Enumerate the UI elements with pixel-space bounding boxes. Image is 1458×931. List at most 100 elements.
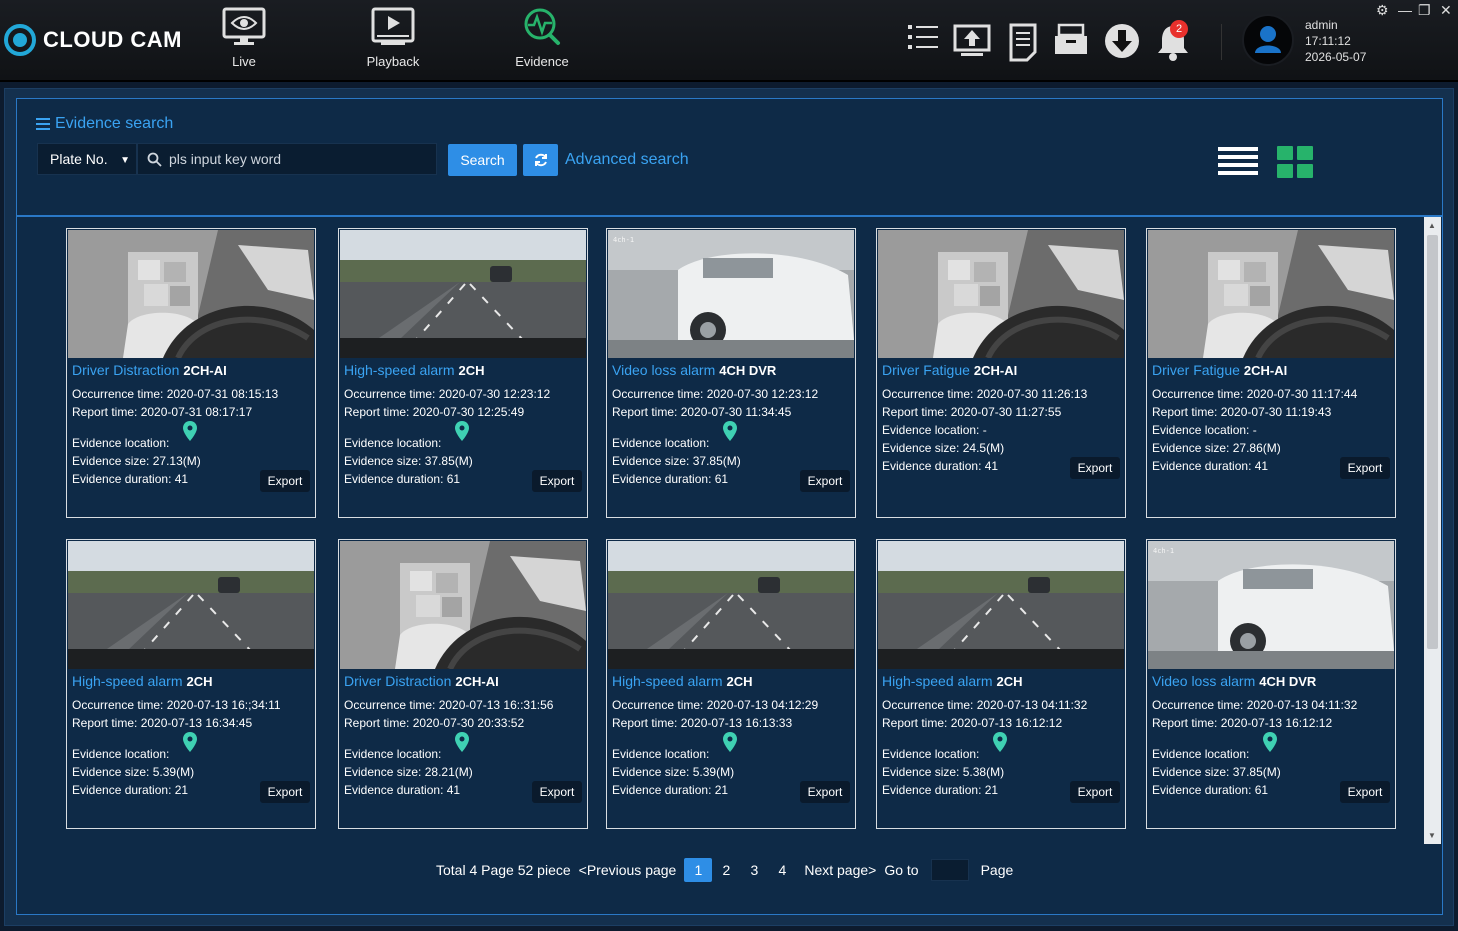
evidence-card[interactable]: Driver Distraction 2CH-AI Occurrence time:… [66, 228, 316, 518]
location-pin-icon[interactable] [993, 732, 1007, 757]
goto-page-input[interactable] [930, 859, 969, 881]
next-page-link[interactable]: Next page> [804, 862, 876, 878]
advanced-search-link[interactable]: Advanced search [565, 151, 689, 169]
avatar[interactable] [1242, 14, 1294, 66]
search-field-value: Plate No. [50, 151, 108, 167]
page-2[interactable]: 2 [712, 862, 740, 878]
occurrence-time: Occurrence time: 2020-07-31 08:15:13 [72, 387, 278, 401]
export-button[interactable]: Export [800, 470, 850, 492]
export-button[interactable]: Export [1070, 781, 1120, 803]
top-bar: CLOUD CAM Live Playback Evidence 2 admin… [0, 0, 1458, 82]
duration-value: 41 [446, 783, 461, 797]
location-label: Evidence location: [72, 747, 170, 761]
export-button[interactable]: Export [532, 470, 582, 492]
channel-label: 4CH DVR [719, 363, 777, 378]
scrollbar-thumb[interactable] [1427, 235, 1438, 649]
page-3[interactable]: 3 [740, 862, 768, 878]
upload-monitor-icon[interactable] [953, 22, 991, 58]
app-name: CLOUD CAM [43, 27, 182, 52]
occurrence-label: Occurrence time: [344, 698, 436, 712]
close-icon[interactable]: ✕ [1440, 2, 1452, 19]
report-value: 2020-07-30 12:25:49 [412, 405, 525, 419]
search-icon [147, 152, 162, 167]
evidence-thumbnail[interactable] [68, 230, 314, 358]
minimize-icon[interactable]: — [1398, 2, 1412, 18]
location-pin-icon[interactable] [183, 421, 197, 446]
evidence-card[interactable]: High-speed alarm 2CH Occurrence time: 2020… [606, 539, 856, 829]
archive-tray-icon[interactable] [1053, 22, 1089, 58]
scroll-down-icon[interactable]: ▼ [1428, 831, 1436, 840]
search-button[interactable]: Search [448, 144, 517, 176]
evidence-thumbnail[interactable] [68, 541, 314, 669]
evidence-card[interactable]: High-speed alarm 2CH Occurrence time: 2020… [66, 539, 316, 829]
location-pin-icon[interactable] [723, 421, 737, 446]
location-label: Evidence location: [882, 747, 980, 761]
evidence-thumbnail[interactable] [340, 230, 586, 358]
location-pin-icon[interactable] [1263, 732, 1277, 757]
evidence-size: Evidence size: 5.39(M) [612, 765, 734, 779]
duration-value: 41 [984, 459, 999, 473]
nav-live[interactable]: Live [199, 6, 289, 69]
occurrence-value: 2020-07-13 16::31:56 [438, 698, 554, 712]
scroll-up-icon[interactable]: ▲ [1428, 221, 1436, 230]
export-button[interactable]: Export [532, 781, 582, 803]
duration-value: 21 [984, 783, 999, 797]
refresh-button[interactable] [523, 144, 558, 176]
report-value: 2020-07-30 11:27:55 [950, 405, 1062, 419]
report-value: 2020-07-13 16:13:33 [680, 716, 793, 730]
export-button[interactable]: Export [1340, 457, 1390, 479]
page-1[interactable]: 1 [684, 858, 713, 882]
keyword-input[interactable] [169, 151, 419, 167]
settings-icon[interactable]: ⚙ [1376, 2, 1389, 19]
list-menu-icon[interactable] [907, 22, 939, 52]
grid-view-icon[interactable] [1277, 146, 1313, 178]
evidence-card[interactable]: 4ch-1 Video loss alarm 4CH DVR Occurrence t… [606, 228, 856, 518]
report-time: Report time: 2020-07-30 11:27:55 [882, 405, 1061, 419]
channel-label: 2CH [186, 674, 213, 689]
evidence-card[interactable]: Driver Fatigue 2CH-AI Occurrence time: 202… [876, 228, 1126, 518]
occurrence-value: 2020-07-31 08:15:13 [166, 387, 279, 401]
export-button[interactable]: Export [800, 781, 850, 803]
export-button[interactable]: Export [260, 470, 310, 492]
report-label: Report time: [612, 716, 678, 730]
evidence-thumbnail[interactable] [878, 541, 1124, 669]
evidence-card[interactable]: High-speed alarm 2CH Occurrence time: 2020… [876, 539, 1126, 829]
evidence-title: Driver Distraction 2CH-AI [72, 362, 227, 378]
evidence-card[interactable]: Driver Fatigue 2CH-AI Occurrence time: 202… [1146, 228, 1396, 518]
occurrence-label: Occurrence time: [72, 698, 164, 712]
location-pin-icon[interactable] [723, 732, 737, 757]
evidence-thumbnail[interactable] [340, 541, 586, 669]
vertical-scrollbar[interactable]: ▲ ▼ [1424, 217, 1441, 844]
evidence-thumbnail[interactable]: 4ch-1 [608, 230, 854, 358]
export-button[interactable]: Export [1070, 457, 1120, 479]
document-icon[interactable] [1008, 22, 1038, 62]
export-button[interactable]: Export [260, 781, 310, 803]
export-button[interactable]: Export [1340, 781, 1390, 803]
location-pin-icon[interactable] [455, 421, 469, 446]
evidence-thumbnail[interactable] [1148, 230, 1394, 358]
evidence-card[interactable]: High-speed alarm 2CH Occurrence time: 2020… [338, 228, 588, 518]
search-field-select[interactable]: Plate No. ▼ [37, 143, 137, 175]
occurrence-label: Occurrence time: [1152, 698, 1244, 712]
evidence-duration: Evidence duration: 21 [882, 783, 998, 797]
channel-label: 2CH-AI [1243, 363, 1288, 378]
list-view-icon[interactable] [1218, 146, 1258, 178]
evidence-thumbnail[interactable] [608, 541, 854, 669]
monitor-eye-icon [222, 7, 266, 45]
nav-evidence[interactable]: Evidence [497, 6, 587, 69]
page-4[interactable]: 4 [768, 862, 796, 878]
evidence-thumbnail[interactable] [878, 230, 1124, 358]
size-label: Evidence size: [882, 765, 960, 779]
location-pin-icon[interactable] [183, 732, 197, 757]
evidence-card[interactable]: 4ch-1 Video loss alarm 4CH DVR Occurrence t… [1146, 539, 1396, 829]
evidence-card[interactable]: Driver Distraction 2CH-AI Occurrence time:… [338, 539, 588, 829]
download-icon[interactable] [1103, 22, 1141, 60]
report-label: Report time: [1152, 716, 1218, 730]
user-icon [1255, 26, 1281, 53]
previous-page-link[interactable]: <Previous page [579, 862, 677, 878]
location-pin-icon[interactable] [455, 732, 469, 757]
evidence-thumbnail[interactable]: 4ch-1 [1148, 541, 1394, 669]
occurrence-value: 2020-07-30 12:23:12 [706, 387, 819, 401]
nav-playback[interactable]: Playback [348, 6, 438, 69]
maximize-icon[interactable]: ❐ [1418, 2, 1431, 19]
